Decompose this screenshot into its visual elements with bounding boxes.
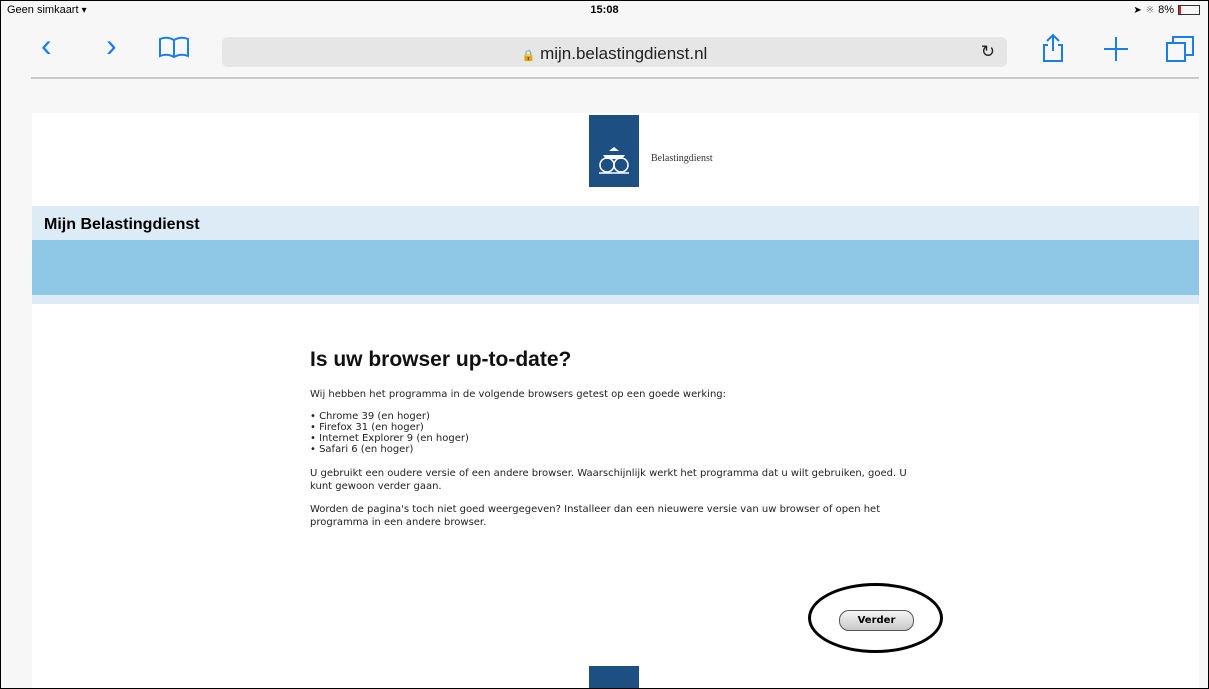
clock: 15:08 — [590, 4, 619, 16]
title-band — [32, 206, 1199, 240]
share-icon[interactable] — [1041, 33, 1065, 68]
status-bar: Geen simkaart ▾ 15:08 ➤ ※ 8% — [1, 1, 1208, 19]
lock-icon: 🔒 — [521, 50, 536, 62]
list-item: Firefox 31 (en hoger) — [310, 422, 920, 433]
browser-list: Chrome 39 (en hoger) Firefox 31 (en hoge… — [310, 411, 920, 455]
list-item: Internet Explorer 9 (en hoger) — [310, 433, 920, 444]
list-item: Chrome 39 (en hoger) — [310, 411, 920, 422]
hero-band-bottom — [32, 295, 1199, 304]
tabs-icon[interactable] — [1165, 35, 1195, 68]
web-page: Belastingdienst Mijn Belastingdienst Is … — [32, 113, 1199, 688]
site-title: Mijn Belastingdienst — [44, 216, 200, 233]
address-bar[interactable]: 🔒 mijn.belastingdienst.nl ↻ — [222, 37, 1007, 67]
install-hint-text: Worden de pagina's toch niet goed weerge… — [310, 504, 881, 528]
bookmarks-icon[interactable] — [158, 35, 190, 64]
screen-frame: Geen simkaart ▾ 15:08 ➤ ※ 8% ‹ › 🔒 mijn.… — [0, 0, 1209, 689]
url-display: 🔒 mijn.belastingdienst.nl — [222, 44, 1007, 64]
list-item: Safari 6 (en hoger) — [310, 444, 920, 455]
toolbar-divider — [31, 77, 1199, 79]
back-icon[interactable]: ‹ — [41, 29, 52, 61]
battery-icon — [1178, 5, 1200, 15]
intro-text: Wij hebben het programma in de volgende … — [310, 389, 726, 400]
url-text: mijn.belastingdienst.nl — [540, 44, 708, 63]
page-heading: Is uw browser up-to-date? — [310, 348, 572, 371]
battery-percentage: 8% — [1158, 4, 1174, 16]
forward-icon[interactable]: › — [106, 29, 117, 61]
footer-logo-block — [589, 666, 639, 688]
bluetooth-icon: ※ — [1145, 4, 1155, 16]
hero-band — [32, 240, 1199, 295]
rijksoverheid-logo — [589, 115, 639, 187]
logo-wordmark: Belastingdienst — [651, 153, 713, 164]
outdated-browser-text: U gebruikt een oudere versie of een ande… — [310, 468, 907, 492]
coat-of-arms-icon — [599, 147, 629, 174]
new-tab-icon[interactable] — [1102, 35, 1130, 68]
status-right: ➤ ※ 8% — [1133, 4, 1200, 16]
verder-button[interactable]: Verder — [839, 610, 914, 631]
reload-icon[interactable]: ↻ — [981, 42, 995, 62]
location-icon: ➤ — [1133, 4, 1142, 16]
browser-toolbar: ‹ › 🔒 mijn.belastingdienst.nl ↻ — [1, 21, 1208, 71]
browser-notice: Is uw browser up-to-date? Wij hebben het… — [310, 348, 920, 539]
